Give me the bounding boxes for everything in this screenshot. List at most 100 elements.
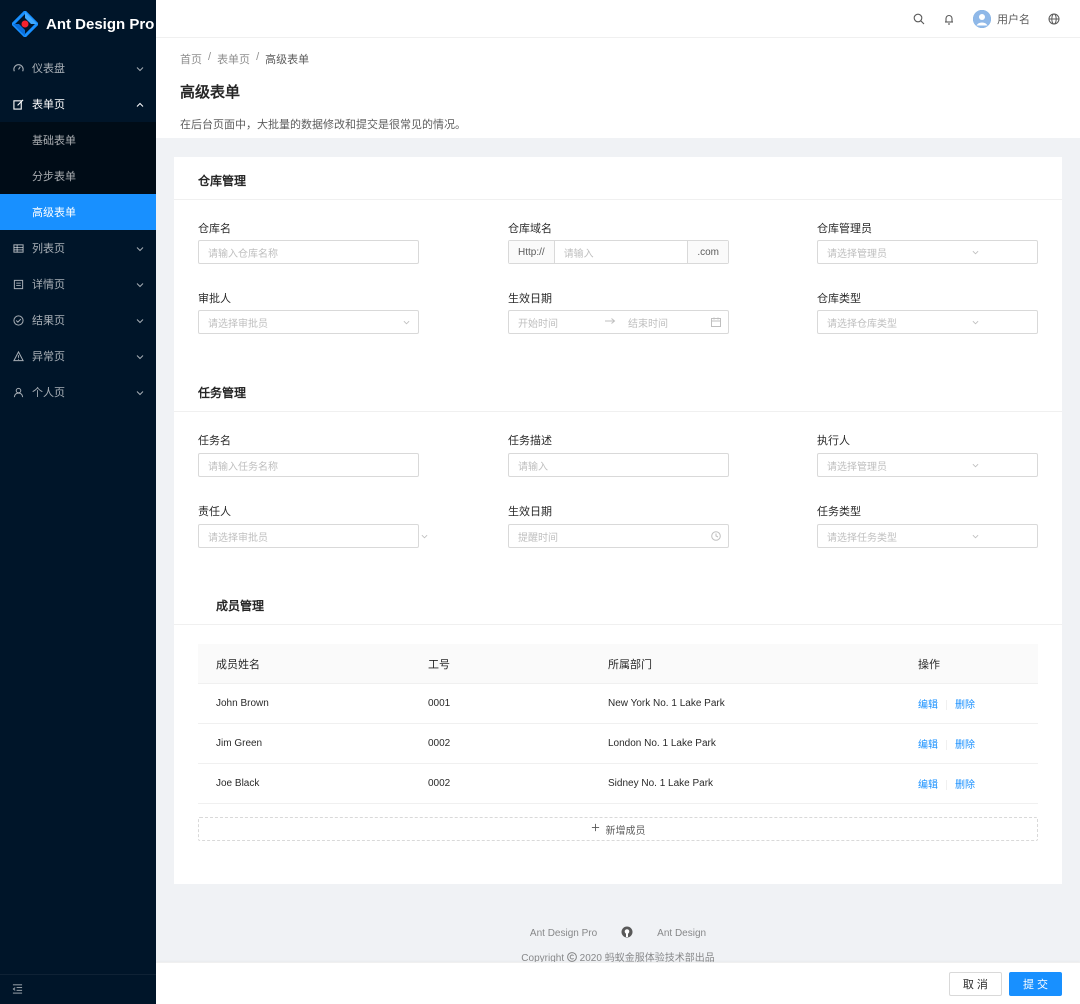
edit-link[interactable]: 编辑 [918,740,938,751]
warehouse-section-title: 仓库管理 [198,174,247,188]
app-title: Ant Design Pro [46,15,155,33]
search-icon[interactable] [913,13,925,25]
warehouse-type-label: 仓库类型 [817,293,861,305]
breadcrumb-form[interactable]: 表单页 [217,51,250,67]
delete-link[interactable]: 删除 [955,740,975,751]
edit-link[interactable]: 编辑 [918,780,938,791]
sidebar-item-label: 详情页 [32,279,65,291]
chevron-down-icon [136,352,144,360]
table-row: Jim Green 0002 London No. 1 Lake Park 编辑… [198,724,1038,764]
approver-label: 审批人 [198,293,231,305]
warehouse-domain-input[interactable]: Http:// 请输入 .com [508,240,729,264]
chevron-down-icon [136,64,144,72]
task-type-select[interactable]: 请选择任务类型 [817,524,1038,548]
breadcrumb: 首页 / 表单页 / 高级表单 [180,51,1056,67]
sidebar-item-result[interactable]: 结果页 [0,302,156,338]
placeholder: 请选择审批员 [208,532,268,544]
sidebar-item-basic-form[interactable]: 基础表单 [0,122,156,158]
task-desc-input[interactable]: 请输入 [508,453,729,477]
chevron-down-icon [136,316,144,324]
sidebar-item-advanced-form[interactable]: 高级表单 [0,194,156,230]
placeholder: 请选择审批员 [208,318,268,330]
table-row: John Brown 0001 New York No. 1 Lake Park… [198,684,1038,724]
sidebar-item-label: 仪表盘 [32,63,65,75]
sidebar-item-label: 异常页 [32,351,65,363]
member-name: Jim Green [216,738,263,749]
menu-fold-icon [12,983,23,997]
breadcrumb-home[interactable]: 首页 [180,51,202,67]
members-section-title: 成员管理 [216,599,265,613]
sidebar-item-dashboard[interactable]: 仪表盘 [0,50,156,86]
sidebar-item-exception[interactable]: 异常页 [0,338,156,374]
placeholder: 请选择仓库类型 [827,318,897,330]
member-id: 0001 [428,698,451,709]
divider [946,740,947,751]
placeholder: 请输入 [518,461,548,473]
task-name-label: 任务名 [198,435,231,447]
user-menu[interactable]: 用户名 [973,9,1030,28]
placeholder: 请选择任务类型 [827,532,897,544]
member-dept: Sidney No. 1 Lake Park [608,778,714,789]
chevron-down-icon [421,531,428,543]
placeholder: 请选择管理员 [827,248,887,260]
date-start-placeholder: 开始时间 [518,318,558,330]
reminder-time-picker[interactable]: 提醒时间 [508,524,729,548]
column-header: 成员姓名 [216,658,260,671]
menu-collapse-button[interactable] [0,974,156,1004]
divider [946,700,947,711]
delete-link[interactable]: 删除 [955,700,975,711]
clock-icon [704,531,728,541]
ant-design-logo-icon [10,9,40,39]
breadcrumb-separator: / [208,51,212,63]
warehouse-type-select[interactable]: 请选择仓库类型 [817,310,1038,334]
row-actions: 编辑 删除 [918,776,1038,791]
approver-select[interactable]: 请选择审批员 [198,310,419,334]
logo[interactable]: Ant Design Pro [0,0,156,48]
sidebar-item-profile[interactable]: 详情页 [0,266,156,302]
page-description: 在后台页面中，大批量的数据修改和提交是很常见的情况。 [180,119,466,131]
owner-select[interactable]: 请选择审批员 [198,524,419,548]
footer-link-ant-design-pro[interactable]: Ant Design Pro [530,928,597,939]
domain-suffix: .com [687,241,728,263]
cancel-button[interactable]: 取 消 [948,971,1002,996]
placeholder: 请输入 [563,248,594,260]
sidebar-menu: 仪表盘 表单页 基础表单 分步表单 高级表单 列表页 详情页 结果页 异常页 个… [0,50,156,410]
warehouse-domain-label: 仓库域名 [508,223,552,235]
table-row: Joe Black 0002 Sidney No. 1 Lake Park 编辑… [198,764,1038,804]
warehouse-admin-label: 仓库管理员 [817,223,872,235]
chevron-down-icon [963,249,987,256]
bell-icon[interactable] [943,13,955,25]
warehouse-name-input[interactable]: 请输入仓库名称 [198,240,419,264]
github-icon[interactable] [621,926,633,941]
profile-icon [12,278,24,290]
sidebar-item-label: 结果页 [32,315,65,327]
chevron-down-icon [394,319,418,326]
owner-label: 责任人 [198,506,231,518]
arrow-right-icon [604,317,628,328]
add-member-button[interactable]: 新增成员 [198,817,1038,841]
placeholder: 请输入仓库名称 [208,248,278,260]
divider [174,199,1062,200]
edit-link[interactable]: 编辑 [918,700,938,711]
row-actions: 编辑 删除 [918,696,1038,711]
sidebar-item-form[interactable]: 表单页 [0,86,156,122]
sidebar-item-step-form[interactable]: 分步表单 [0,158,156,194]
sidebar-item-list[interactable]: 列表页 [0,230,156,266]
executor-select[interactable]: 请选择管理员 [817,453,1038,477]
placeholder: 提醒时间 [518,532,558,544]
date-range-picker[interactable]: 开始时间 结束时间 [508,310,729,334]
sidebar-item-account[interactable]: 个人页 [0,374,156,410]
members-table: 成员姓名 工号 所属部门 操作 John Brown 0001 New York… [198,644,1038,804]
globe-icon[interactable] [1048,13,1060,25]
chevron-down-icon [963,319,987,326]
table-header: 成员姓名 工号 所属部门 操作 [198,644,1038,684]
submit-button[interactable]: 提 交 [1008,971,1062,996]
form-card: 仓库管理 仓库名 请输入仓库名称 仓库域名 Http:// 请输入 .com 仓… [174,157,1062,884]
task-name-input[interactable]: 请输入任务名称 [198,453,419,477]
divider [174,624,1062,625]
warehouse-admin-select[interactable]: 请选择管理员 [817,240,1038,264]
delete-link[interactable]: 删除 [955,780,975,791]
user-icon [12,386,24,398]
warehouse-name-label: 仓库名 [198,223,231,235]
footer-link-ant-design[interactable]: Ant Design [657,928,706,939]
